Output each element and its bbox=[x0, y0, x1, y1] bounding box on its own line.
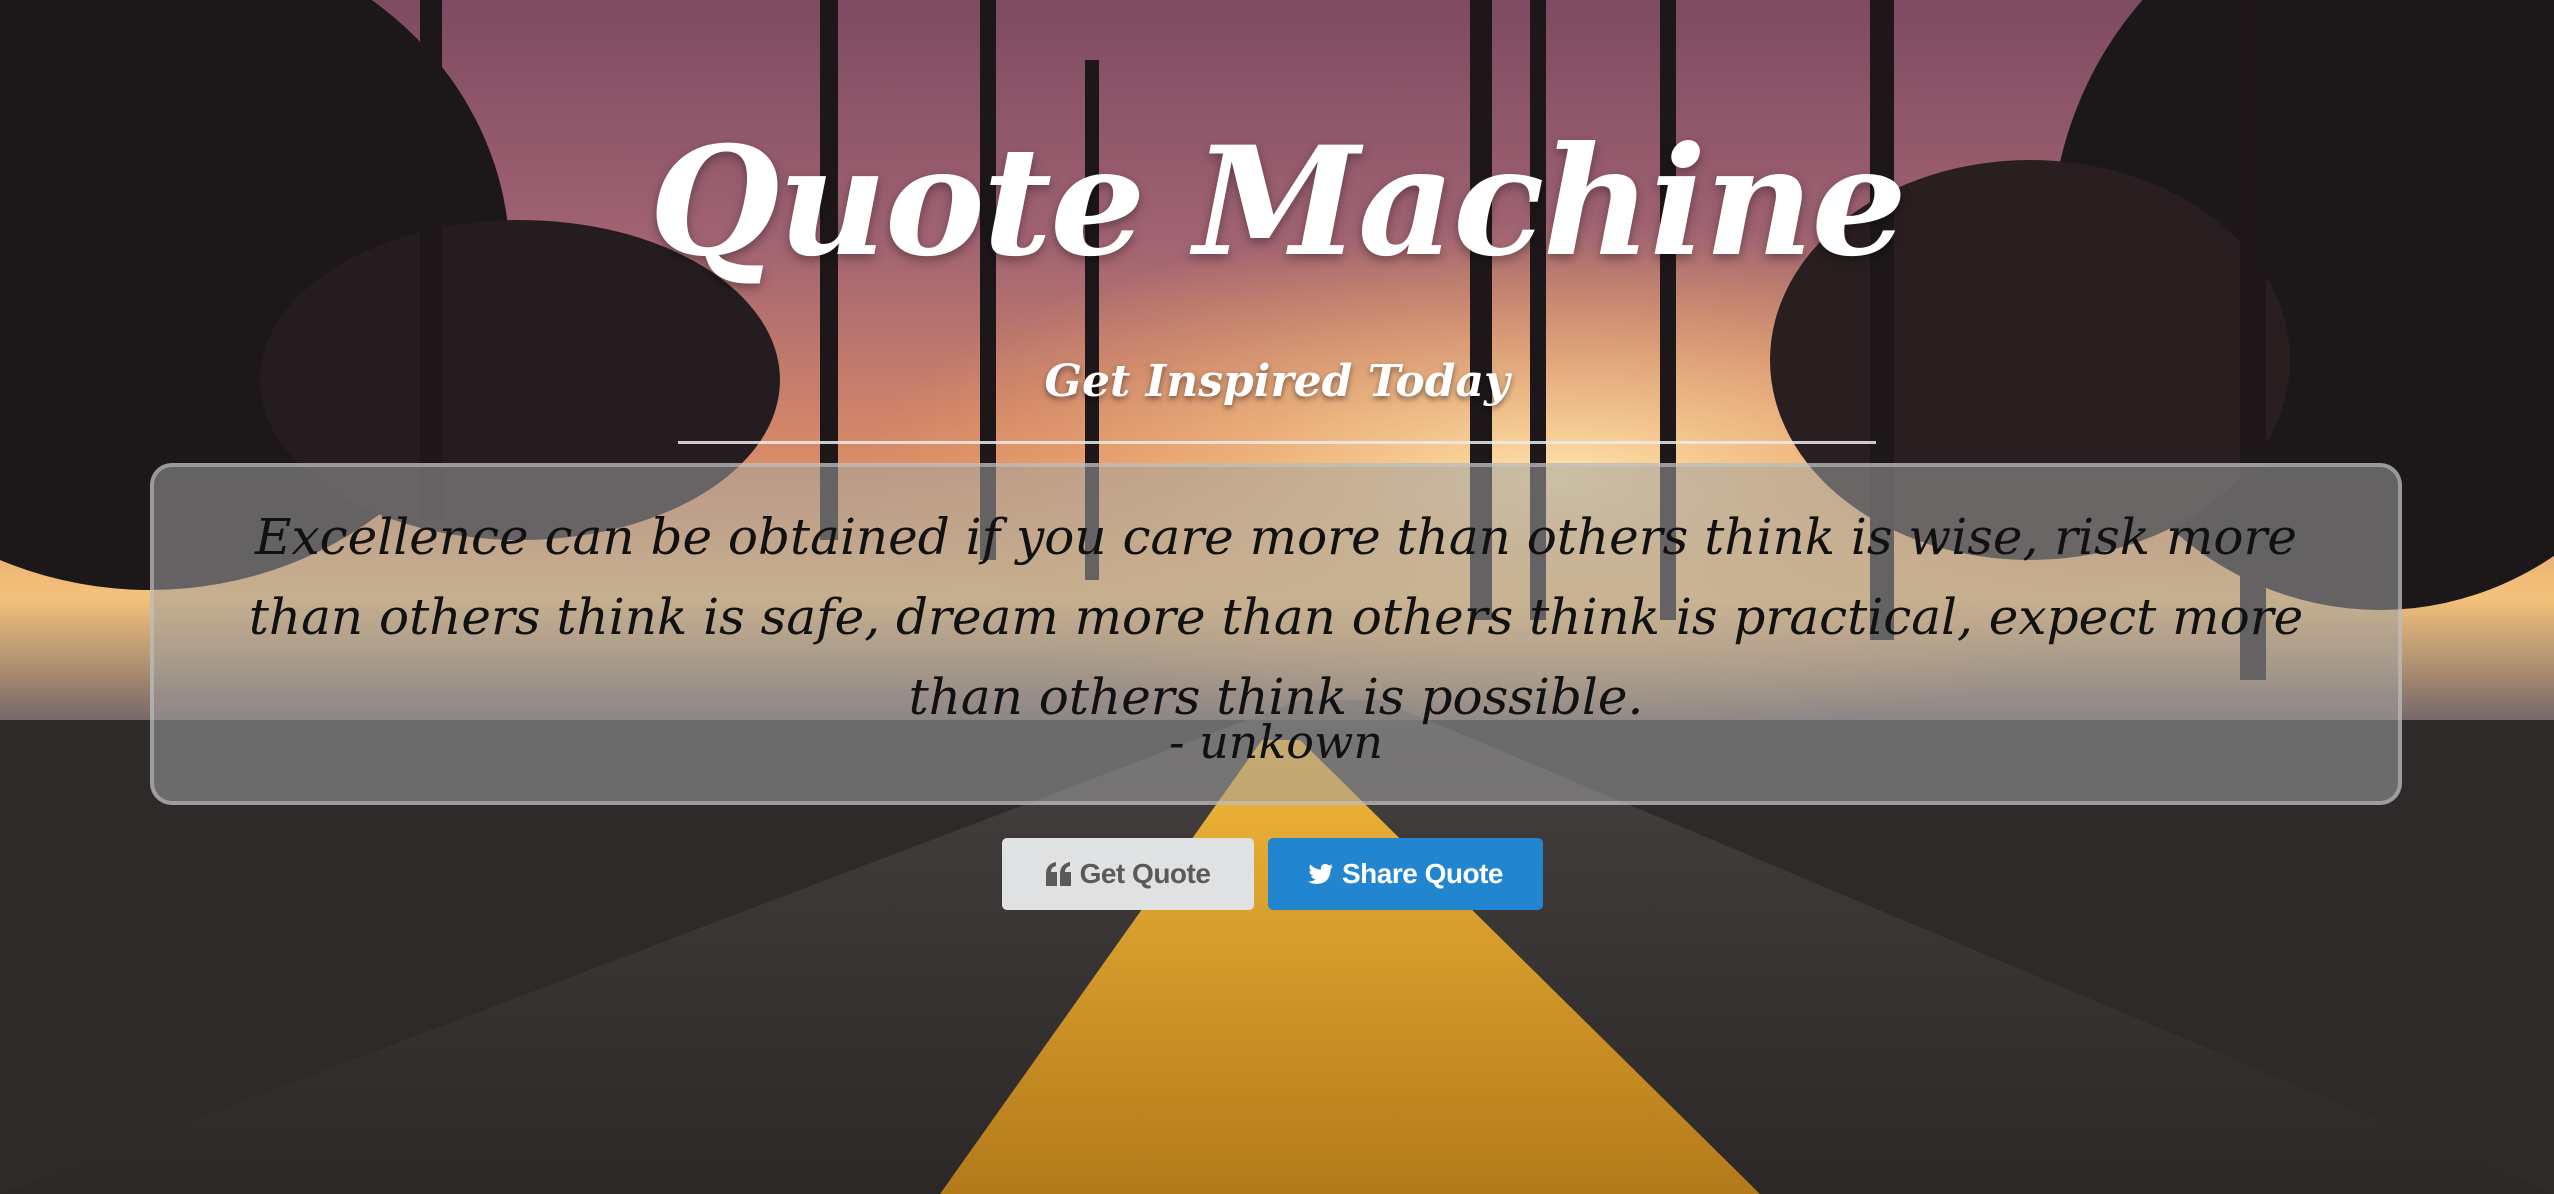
page-subtitle: Get Inspired Today bbox=[1044, 356, 1510, 407]
get-quote-button[interactable]: Get Quote bbox=[1002, 838, 1254, 910]
get-quote-label: Get Quote bbox=[1079, 858, 1211, 889]
quote-text: Excellence can be obtained if you care m… bbox=[248, 508, 2304, 726]
share-quote-button[interactable]: Share Quote bbox=[1268, 838, 1543, 910]
share-quote-label: Share Quote bbox=[1342, 858, 1503, 889]
quote-left-icon bbox=[1045, 862, 1072, 886]
page-title: Quote Machine bbox=[649, 114, 1907, 290]
twitter-icon bbox=[1308, 863, 1334, 885]
quote-author: - unkown bbox=[1169, 715, 1383, 769]
quote-card: Excellence can be obtained if you care m… bbox=[150, 463, 2402, 805]
divider bbox=[678, 441, 1876, 444]
